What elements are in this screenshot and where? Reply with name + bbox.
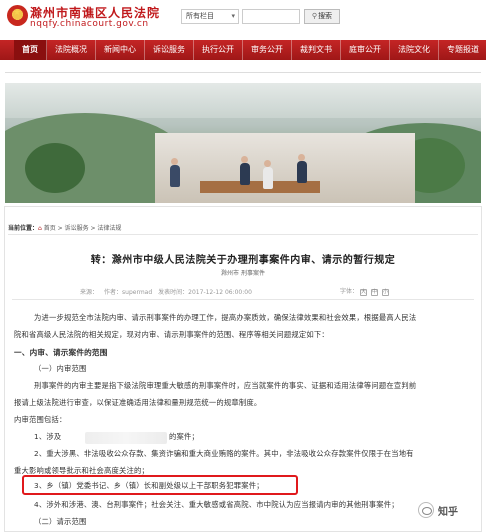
meta-time-label: 发表时间： <box>158 289 189 296</box>
breadcrumb: 当前位置：⌂ 首页 > 诉讼服务 > 法律法规 <box>8 223 121 232</box>
search-scope-select[interactable]: 所有栏目 ▾ <box>181 9 239 24</box>
meta-author-label: 作者： <box>104 289 123 296</box>
font-size-small-button[interactable]: 小 <box>381 289 389 296</box>
breadcrumb-path[interactable]: 首页 > 诉讼服务 > 法律法规 <box>44 225 122 232</box>
paragraph: 院和省高级人民法院的相关规定，现对内审、请示刑事案件的范围、程序等相关问题规定如… <box>14 330 329 339</box>
list-item: 2、重大涉黑、非法吸收公众存款、集资诈骗和重大商业贿赂的案件。其中，非法吸收公众… <box>34 449 414 458</box>
font-size-medium-button[interactable]: 中 <box>370 289 378 296</box>
paragraph: 内审范围包括： <box>14 415 67 424</box>
search-button-label: 搜索 <box>318 12 333 20</box>
nav-item-judgments[interactable]: 裁判文书 <box>292 40 341 60</box>
search-input[interactable] <box>242 9 300 24</box>
banner-tree <box>25 143 85 193</box>
search-icon: ⚲ <box>311 12 318 20</box>
paragraph: 报请上级法院进行审查，以保证准确适用法律和量刑规范统一的规章制度。 <box>14 398 262 407</box>
banner-image <box>5 83 481 203</box>
nav-item-court-culture[interactable]: 法院文化 <box>390 40 439 60</box>
banner-person-head <box>171 158 178 165</box>
article-meta: 来源： 作者：supermad 发表时间：2017-12-12 06:00:00 <box>80 287 258 296</box>
watermark-text: 知乎 <box>438 506 458 518</box>
banner-person <box>170 165 180 187</box>
list-item-tail: 的案件； <box>169 432 199 441</box>
paragraph: 刑事案件的内审主要是指下级法院审理重大敏感的刑事案件时，应当就案件的事实、证据和… <box>34 381 417 390</box>
article-title: 转：滁州市中级人民法院关于办理刑事案件内审、请示的暂行规定 <box>90 255 396 266</box>
highlight-box <box>22 475 298 495</box>
font-size-label: 字体： <box>340 288 359 295</box>
nav-item-special-reports[interactable]: 专题报道 <box>439 40 486 60</box>
banner-person <box>297 161 307 183</box>
site-url: nqqfy.chinacourt.gov.cn <box>30 19 149 29</box>
nav-item-home[interactable]: 首页 <box>14 40 47 60</box>
article-source: 滁州市 刑事案件 <box>221 270 265 277</box>
home-icon: ⌂ <box>38 225 42 232</box>
meta-time: 2017-12-12 06:00:00 <box>188 289 252 296</box>
star-icon: ★ <box>13 8 22 18</box>
main-nav: 首页 法院概况 新闻中心 诉讼服务 执行公开 审务公开 裁判文书 庭审公开 法院… <box>0 40 486 60</box>
banner-person <box>263 167 273 189</box>
search-scope-value: 所有栏目 <box>186 12 214 20</box>
nav-item-enforcement[interactable]: 执行公开 <box>194 40 243 60</box>
paragraph: 为进一步规范全市法院内审、请示刑事案件的办理工作，提高办案质效，确保法律效果和社… <box>34 313 417 322</box>
zhihu-logo-icon <box>418 502 434 518</box>
list-item: 4、涉外和涉港、澳、台刑事案件；社会关注、重大敏感或省高院、市中院认为应当报请内… <box>34 500 399 509</box>
font-size-large-button[interactable]: 大 <box>359 289 367 296</box>
section-heading: 一、内审、请示案件的范围 <box>14 348 108 357</box>
meta-author: supermad <box>122 289 153 296</box>
meta-source-label: 来源： <box>80 289 99 296</box>
divider <box>5 72 481 73</box>
list-item: 1、涉及 <box>34 432 62 441</box>
banner-person-head <box>264 160 271 167</box>
nav-item-court-hearings[interactable]: 庭审公开 <box>341 40 390 60</box>
divider <box>12 299 474 300</box>
breadcrumb-label: 当前位置： <box>8 225 39 232</box>
redacted-region <box>85 432 167 444</box>
nav-item-litigation-services[interactable]: 诉讼服务 <box>145 40 194 60</box>
site-header: ★ 滁州市南谯区人民法院 nqqfy.chinacourt.gov.cn 所有栏… <box>0 0 486 36</box>
subsection-heading: （一）内审范围 <box>34 364 87 373</box>
nav-item-trial-affairs[interactable]: 审务公开 <box>243 40 292 60</box>
banner-person-head <box>241 156 248 163</box>
banner-person-head <box>298 154 305 161</box>
nav-item-court-overview[interactable]: 法院概况 <box>47 40 96 60</box>
nav-item-news[interactable]: 新闻中心 <box>96 40 145 60</box>
chevron-down-icon: ▾ <box>231 12 235 20</box>
banner-person <box>240 163 250 185</box>
divider <box>8 234 478 235</box>
search-button[interactable]: ⚲搜索 <box>304 9 340 24</box>
watermark: 知乎 <box>418 502 458 518</box>
subsection-heading: （二）请示范围 <box>34 517 87 526</box>
font-size-control: 字体： 大中小 <box>340 286 393 296</box>
